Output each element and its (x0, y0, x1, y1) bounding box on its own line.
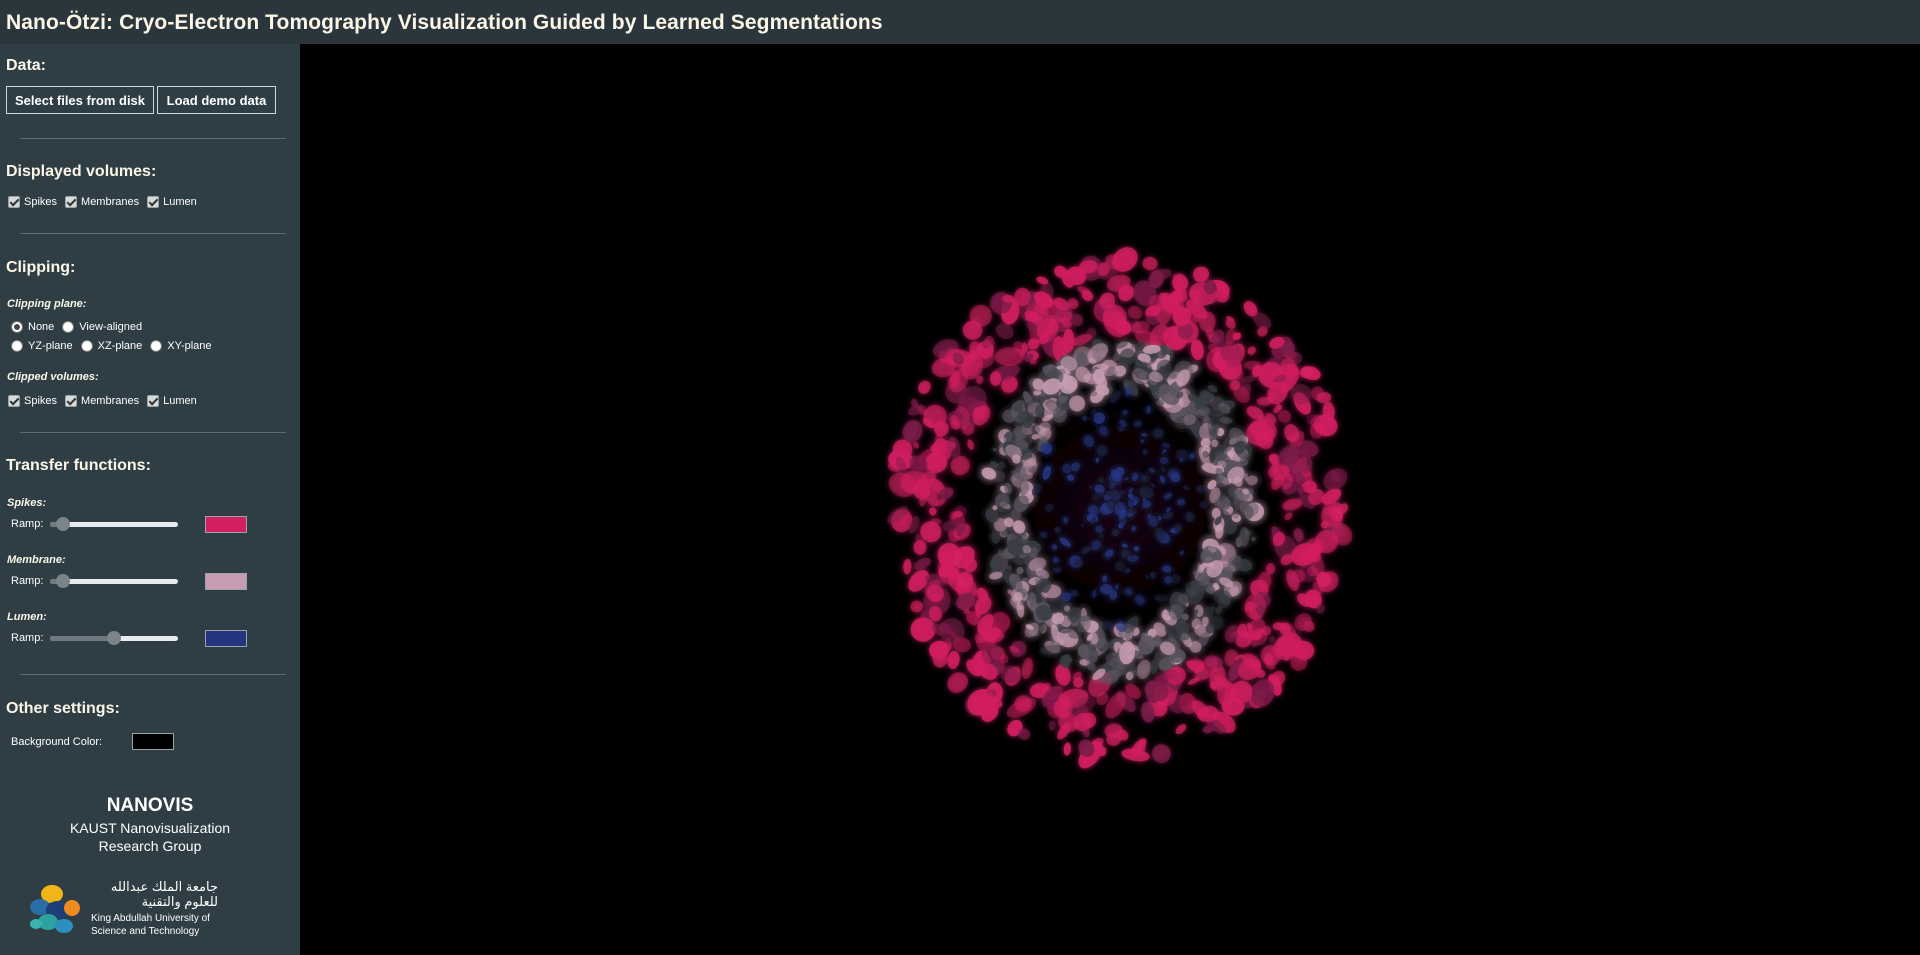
membranes-clip-checkbox[interactable] (65, 395, 78, 407)
plane-xz-radio[interactable] (80, 340, 93, 352)
plane-xz-label: XZ-plane (97, 340, 143, 352)
tomogram-volume (880, 247, 1360, 769)
membranes-display-checkbox[interactable] (65, 196, 78, 208)
spikes-color-picker[interactable] (205, 516, 247, 533)
background-color-picker[interactable] (132, 733, 174, 750)
spikes-display-label: Spikes (24, 196, 58, 208)
plane-xy-label: XY-plane (167, 340, 212, 352)
lumen-display-label: Lumen (163, 196, 197, 208)
page-title: Nano-Ötzi: Cryo-Electron Tomography Visu… (6, 11, 883, 34)
divider (20, 432, 286, 433)
lumen-clip-label: Lumen (163, 395, 197, 407)
displayed-volumes-title: Displayed volumes: (6, 163, 157, 180)
transfer-functions-title: Transfer functions: (6, 457, 151, 474)
spikes-ramp-slider[interactable] (50, 517, 178, 531)
lumen-ramp-slider[interactable] (50, 631, 178, 645)
volume-render-viewport[interactable] (300, 44, 1920, 955)
membrane-ramp-slider[interactable] (50, 574, 178, 588)
spikes-clip-label: Spikes (24, 395, 58, 407)
spikes-clip-checkbox[interactable] (8, 395, 20, 407)
kaust-arabic-line1: جامعة الملك عبدالله (110, 879, 218, 894)
plane-yz-radio[interactable] (11, 340, 23, 352)
membranes-clip-label: Membranes (81, 395, 140, 407)
volume-voxel-cluster (1063, 742, 1072, 756)
clipped-volumes-row: Spikes Membranes Lumen (8, 395, 205, 407)
volume-voxel-cluster (1096, 445, 1108, 457)
plane-none-label: None (28, 321, 55, 333)
kaust-logo-icon (30, 885, 80, 933)
lumen-color-picker[interactable] (205, 630, 247, 647)
plane-view-aligned-radio[interactable] (62, 321, 75, 333)
clipping-plane-row-2: YZ-plane XZ-plane XY-plane (11, 340, 220, 352)
plane-none-radio[interactable] (11, 321, 23, 333)
kaust-arabic-line2: للعلوم والتقنية (141, 894, 218, 909)
slider-thumb[interactable] (55, 574, 70, 588)
volume-render-canvas[interactable] (300, 44, 1920, 955)
lumen-tf-title: Lumen: (7, 611, 47, 623)
plane-view-aligned-label: View-aligned (79, 321, 143, 333)
kaust-english-line1: King Abdullah University of (91, 913, 210, 924)
membrane-color-picker[interactable] (205, 573, 247, 590)
volume-voxel-cluster (1142, 256, 1158, 271)
divider (20, 674, 286, 675)
membrane-ramp-label: Ramp: (11, 575, 44, 587)
clipping-plane-row-1: None View-aligned (11, 321, 150, 333)
nanovis-desc-line2: Research Group (98, 838, 202, 854)
slider-thumb[interactable] (55, 517, 70, 531)
lumen-clip-checkbox[interactable] (147, 395, 160, 407)
divider (20, 233, 286, 234)
slider-thumb[interactable] (107, 631, 121, 645)
volume-voxel-cluster (1018, 479, 1029, 495)
nanovis-desc-line1: KAUST Nanovisualization (69, 820, 231, 836)
data-section-title: Data: (6, 57, 47, 74)
lumen-ramp-label: Ramp: (11, 632, 44, 644)
nanovis-title: NANOVIS (106, 795, 194, 816)
title-bar: Nano-Ötzi: Cryo-Electron Tomography Visu… (0, 0, 1920, 44)
membrane-tf-title: Membrane: (7, 554, 66, 566)
displayed-volumes-row: Spikes Membranes Lumen (8, 196, 205, 208)
spikes-ramp-label: Ramp: (11, 518, 44, 530)
plane-xy-radio[interactable] (150, 340, 163, 352)
clipped-volumes-title: Clipped volumes: (7, 371, 99, 383)
volume-voxel-cluster (1152, 744, 1171, 763)
background-color-label: Background Color: (11, 736, 103, 748)
load-demo-button[interactable]: Load demo data (157, 86, 276, 114)
lumen-display-checkbox[interactable] (147, 196, 160, 208)
volume-voxel-cluster (1121, 748, 1150, 762)
divider (20, 138, 286, 139)
spikes-display-checkbox[interactable] (8, 196, 20, 208)
other-settings-title: Other settings: (6, 700, 120, 717)
spikes-tf-title: Spikes: (7, 497, 47, 509)
membranes-display-label: Membranes (81, 196, 140, 208)
kaust-english-line2: Science and Technology (91, 926, 200, 937)
volume-voxel-cluster (1013, 402, 1024, 413)
clipping-title: Clipping: (6, 259, 76, 276)
select-files-button[interactable]: Select files from disk (6, 86, 154, 114)
plane-yz-label: YZ-plane (28, 340, 73, 352)
clipping-plane-title: Clipping plane: (7, 298, 87, 310)
slider-fill (50, 636, 114, 641)
